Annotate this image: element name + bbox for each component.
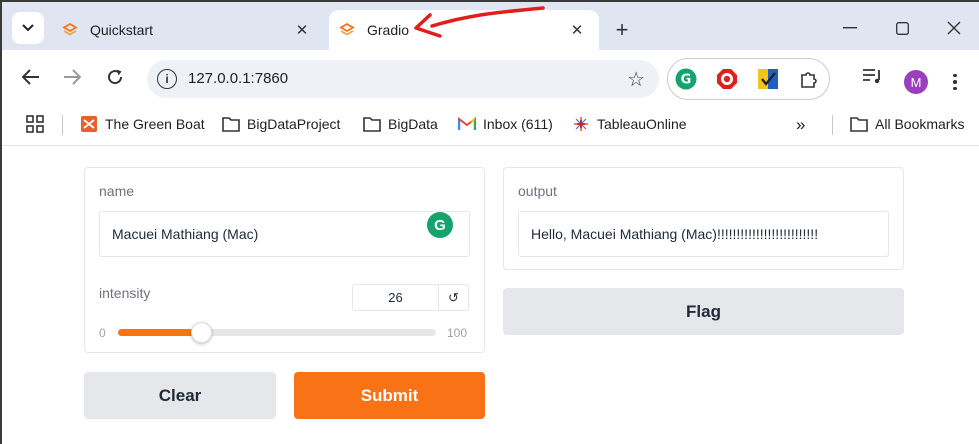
profile-avatar[interactable]: M	[904, 70, 928, 94]
reading-list-icon[interactable]	[860, 64, 884, 88]
bookmark-label: BigData	[388, 116, 438, 132]
reload-icon	[108, 69, 123, 85]
bookmark-label: TableauOnline	[597, 116, 687, 132]
close-icon	[947, 21, 961, 35]
gmail-icon	[458, 115, 476, 133]
back-button[interactable]	[16, 62, 46, 92]
more-menu-icon[interactable]	[947, 68, 963, 96]
close-icon[interactable]: ✕	[290, 18, 314, 42]
maximize-button[interactable]	[882, 14, 922, 42]
gradio-app: name Macuei Mathiang (Mac) G intensity 2…	[2, 147, 979, 444]
browser-toolbar: i 127.0.0.1:7860 ☆ G M	[2, 50, 979, 104]
more-bookmarks-button[interactable]: »	[796, 115, 805, 135]
close-icon[interactable]: ✕	[565, 18, 589, 42]
bookmarks-divider	[832, 115, 833, 135]
slider-thumb[interactable]	[191, 322, 212, 343]
slider-fill	[118, 329, 201, 336]
name-input[interactable]: Macuei Mathiang (Mac)	[99, 211, 470, 257]
tab-gradio[interactable]: Gradio ✕	[329, 10, 599, 50]
reload-button[interactable]	[100, 62, 130, 92]
gradio-logo-icon	[339, 22, 355, 38]
tab-search-button[interactable]	[12, 12, 44, 44]
browser-window: Quickstart ✕ Gradio ✕ + i 127.0.0.1:7860…	[0, 0, 979, 444]
bookmark-label: Inbox (611)	[483, 116, 553, 132]
submit-button[interactable]: Submit	[294, 372, 485, 419]
intensity-number-value[interactable]: 26	[353, 285, 438, 310]
grammarly-extension-icon[interactable]: G	[675, 68, 697, 90]
url-text[interactable]: 127.0.0.1:7860	[188, 70, 288, 87]
window-close-button[interactable]	[934, 14, 974, 42]
reset-icon[interactable]: ↺	[438, 285, 468, 310]
checklist-extension-icon[interactable]	[757, 68, 779, 90]
maximize-icon	[895, 21, 909, 35]
address-bar[interactable]: i 127.0.0.1:7860 ☆	[147, 60, 659, 98]
bookmark-the-green-boat[interactable]: The Green Boat	[80, 115, 205, 133]
forward-button[interactable]	[57, 62, 87, 92]
tab-title: Quickstart	[90, 22, 154, 38]
bookmark-tableauonline[interactable]: TableauOnline	[572, 115, 687, 133]
tab-strip: Quickstart ✕ Gradio ✕ +	[2, 2, 979, 50]
output-panel: output Hello, Macuei Mathiang (Mac)!!!!!…	[503, 167, 904, 270]
minimize-button[interactable]	[830, 14, 870, 42]
slider-min-label: 0	[99, 326, 106, 340]
intensity-number-input[interactable]: 26 ↺	[352, 284, 469, 311]
folder-icon	[363, 115, 381, 133]
output-value: Hello, Macuei Mathiang (Mac)!!!!!!!!!!!!…	[531, 226, 819, 242]
flag-button[interactable]: Flag	[503, 288, 904, 335]
site-info-icon[interactable]: i	[157, 69, 177, 89]
puzzle-extensions-icon[interactable]	[797, 68, 819, 90]
apps-grid-icon[interactable]	[26, 115, 44, 133]
adblock-extension-icon[interactable]	[716, 68, 738, 90]
minimize-icon	[843, 27, 857, 29]
gradio-logo-icon	[62, 22, 78, 38]
chevron-down-icon	[22, 24, 34, 32]
tableau-icon	[572, 115, 590, 133]
svg-text:G: G	[681, 73, 692, 88]
name-input-value: Macuei Mathiang (Mac)	[112, 226, 259, 242]
bookmark-label: BigDataProject	[247, 116, 341, 132]
folder-icon	[222, 115, 240, 133]
bookmarks-bar: The Green Boat BigDataProject BigData In…	[2, 104, 979, 146]
output-textbox[interactable]: Hello, Macuei Mathiang (Mac)!!!!!!!!!!!!…	[518, 211, 889, 257]
output-label: output	[518, 183, 557, 199]
bookmarks-divider	[62, 115, 63, 135]
arrow-right-icon	[64, 69, 81, 85]
intensity-label: intensity	[99, 285, 151, 301]
intensity-slider[interactable]	[118, 322, 436, 343]
extensions-group: G	[667, 58, 830, 100]
folder-icon	[850, 115, 868, 133]
grammarly-icon[interactable]: G	[427, 212, 453, 238]
all-bookmarks-label: All Bookmarks	[875, 116, 965, 132]
arrow-left-icon	[22, 69, 39, 85]
tab-title: Gradio	[367, 22, 410, 38]
tab-quickstart[interactable]: Quickstart ✕	[52, 10, 324, 50]
slider-max-label: 100	[447, 326, 468, 340]
bookmark-bigdata[interactable]: BigData	[363, 115, 438, 133]
clear-button[interactable]: Clear	[84, 372, 276, 419]
bookmark-star-icon[interactable]: ☆	[627, 67, 645, 92]
green-boat-icon	[80, 115, 98, 133]
input-panel: name Macuei Mathiang (Mac) G intensity 2…	[84, 167, 485, 353]
new-tab-button[interactable]: +	[608, 16, 636, 44]
name-label: name	[99, 183, 135, 199]
bookmark-inbox[interactable]: Inbox (611)	[458, 115, 553, 133]
all-bookmarks-button[interactable]: All Bookmarks	[850, 115, 964, 133]
bookmark-bigdataproject[interactable]: BigDataProject	[222, 115, 340, 133]
bookmark-label: The Green Boat	[105, 116, 205, 132]
